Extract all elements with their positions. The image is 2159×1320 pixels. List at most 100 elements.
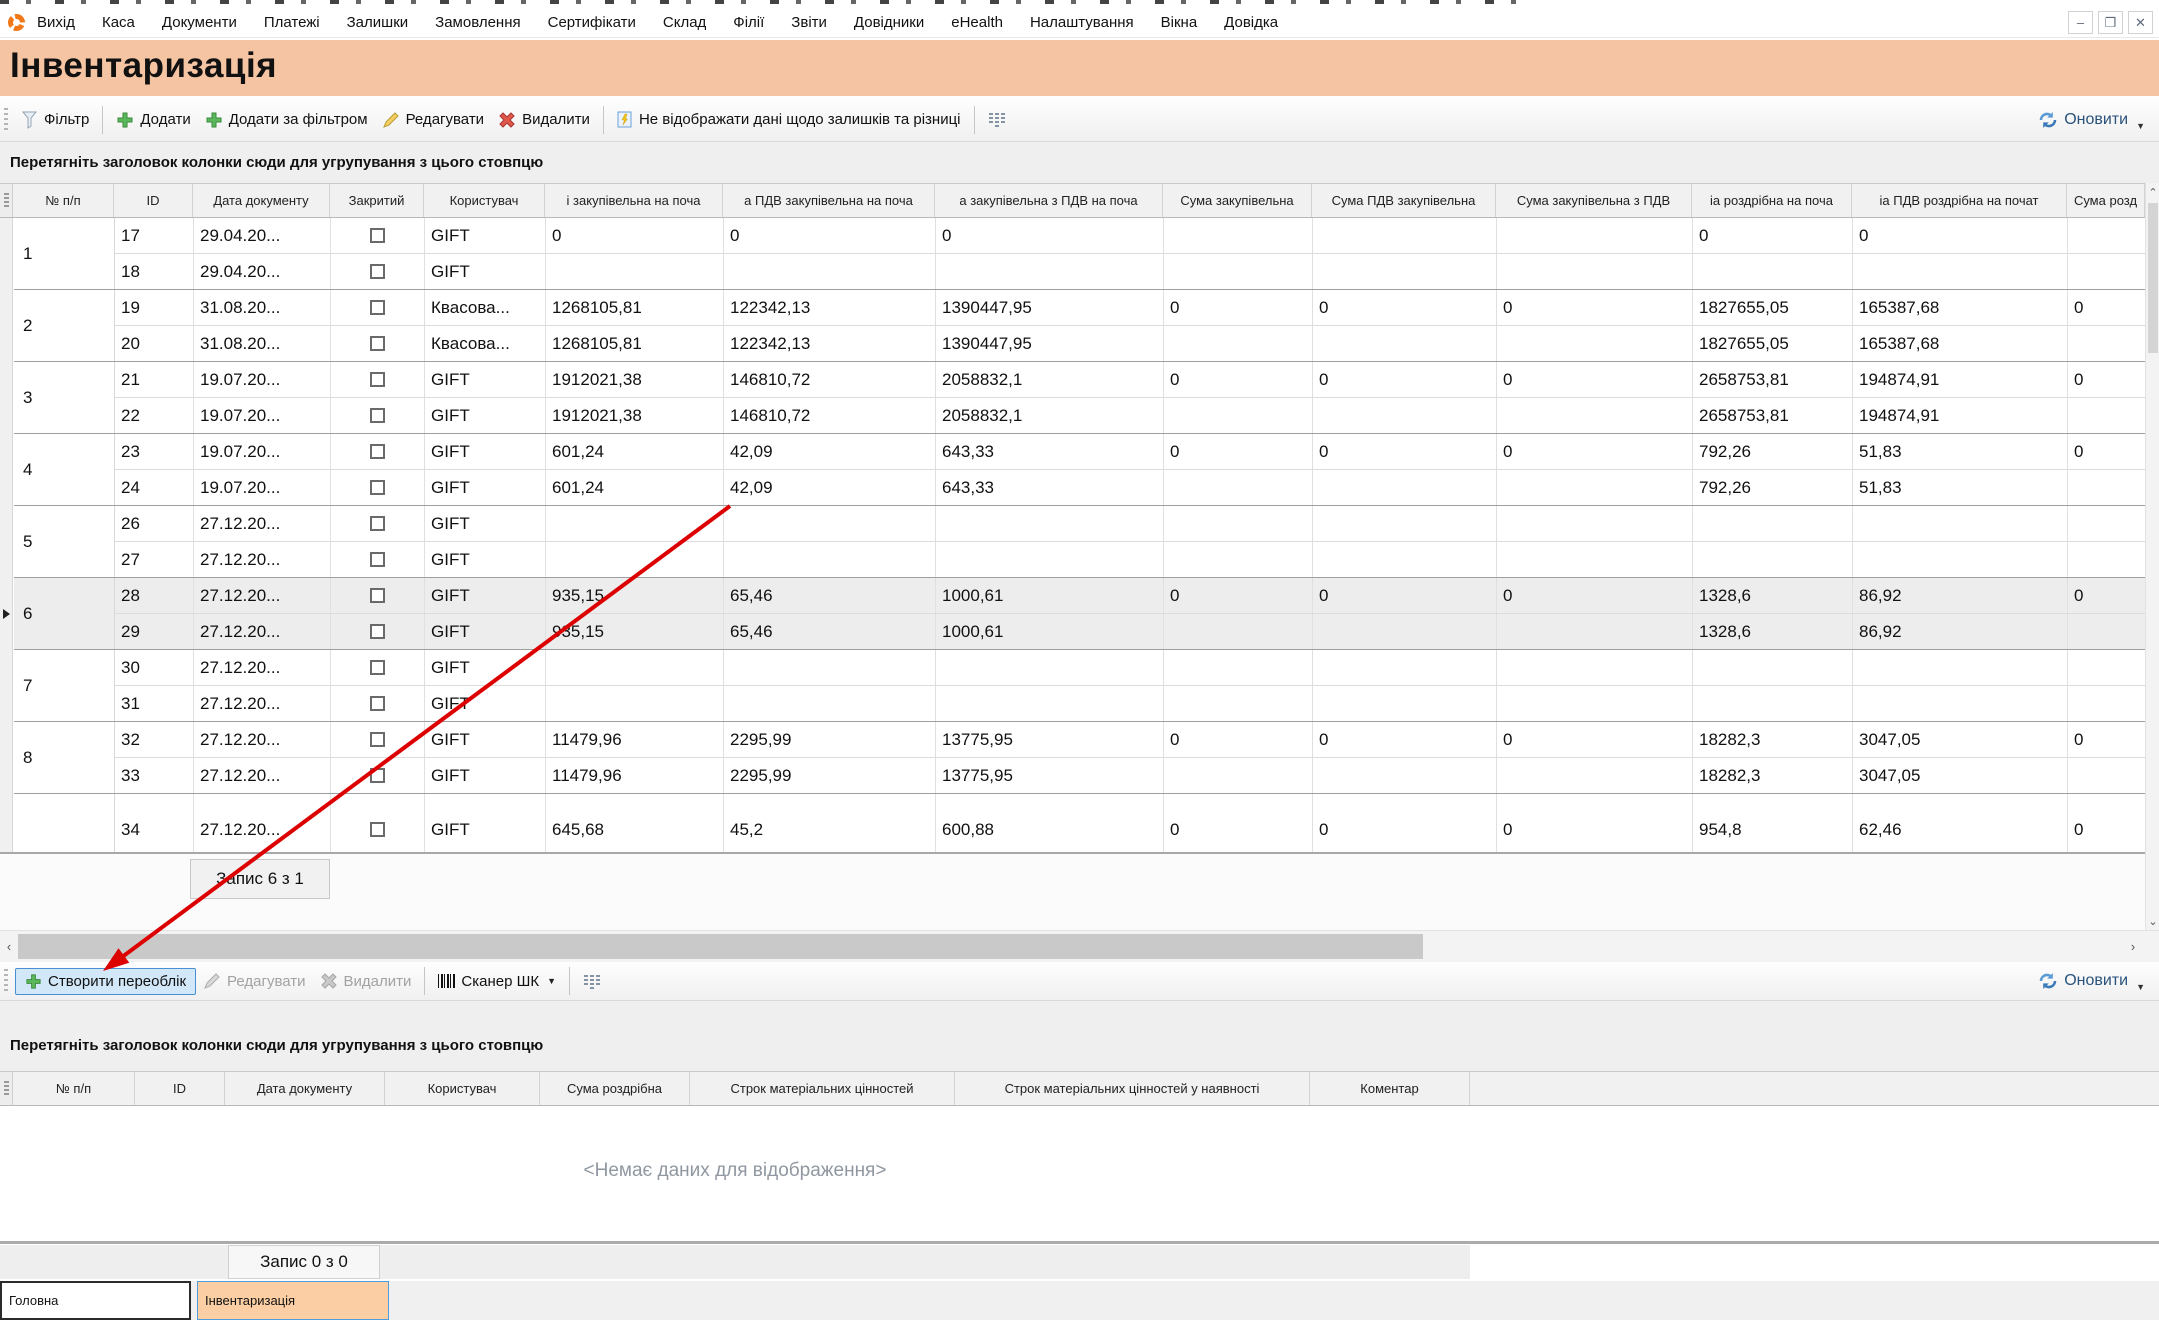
column-header[interactable]: і закупівельна на поча <box>545 184 723 217</box>
column-header[interactable]: № п/п <box>13 184 114 217</box>
closed-checkbox[interactable] <box>370 732 385 747</box>
group-by-panel[interactable]: Перетягніть заголовок колонки сюди для у… <box>0 142 2159 183</box>
closed-checkbox[interactable] <box>370 588 385 603</box>
table-row[interactable]: 2627.12.20...GIFT <box>115 506 2159 542</box>
closed-checkbox[interactable] <box>370 696 385 711</box>
column-header[interactable]: Строк матеріальних цінностей у наявності <box>955 1072 1310 1105</box>
column-header[interactable]: Користувач <box>385 1072 540 1105</box>
table-row[interactable]: 2319.07.20...GIFT601,2442,09643,33000792… <box>115 434 2159 470</box>
scroll-down-icon[interactable]: ⌄ <box>2146 912 2159 930</box>
column-header[interactable]: Сума закупівельна з ПДВ <box>1496 184 1692 217</box>
closed-checkbox[interactable] <box>370 552 385 567</box>
column-header[interactable]: а закупівельна з ПДВ на поча <box>935 184 1163 217</box>
column-header[interactable]: ID <box>135 1072 225 1105</box>
vertical-scrollbar[interactable]: ⌃ ⌄ <box>2145 183 2159 930</box>
close-button[interactable]: ✕ <box>2128 11 2153 34</box>
filter-button[interactable]: Фільтр <box>15 108 96 132</box>
tab-holovna[interactable]: Головна <box>0 1281 191 1320</box>
closed-checkbox[interactable] <box>370 264 385 279</box>
menu-item[interactable]: Платежі <box>264 14 320 31</box>
menu-item[interactable]: Філії <box>733 14 764 31</box>
table-row[interactable]: 1829.04.20...GIFT <box>115 254 2159 289</box>
closed-checkbox[interactable] <box>370 768 385 783</box>
closed-checkbox[interactable] <box>370 624 385 639</box>
table-row[interactable]: 2219.07.20...GIFT1912021,38146810,722058… <box>115 398 2159 433</box>
closed-checkbox[interactable] <box>370 480 385 495</box>
restore-button[interactable]: ❐ <box>2098 11 2123 34</box>
column-header[interactable]: Закритий <box>330 184 424 217</box>
group-by-panel[interactable]: Перетягніть заголовок колонки сюди для у… <box>0 1001 2159 1071</box>
closed-checkbox[interactable] <box>370 300 385 315</box>
menu-item[interactable]: Документи <box>162 14 237 31</box>
column-header[interactable]: а ПДВ закупівельна на поча <box>723 184 935 217</box>
toggle-remainders-button[interactable]: Не відображати дані щодо залишків та різ… <box>610 108 968 132</box>
column-header[interactable]: іа ПДВ роздрібна на почат <box>1852 184 2067 217</box>
closed-checkbox[interactable] <box>370 444 385 459</box>
closed-checkbox[interactable] <box>370 336 385 351</box>
menu-item[interactable]: eHealth <box>951 14 1003 31</box>
tab-inventaryzatsiia[interactable]: Інвентаризація <box>197 1281 389 1320</box>
menu-item[interactable]: Вихід <box>37 14 75 31</box>
closed-checkbox[interactable] <box>370 228 385 243</box>
column-header[interactable]: Сума розд <box>2067 184 2145 217</box>
column-header[interactable]: № п/п <box>13 1072 135 1105</box>
create-recount-button[interactable]: Створити переоблік <box>15 968 196 995</box>
column-chooser-button[interactable] <box>981 109 1013 130</box>
table-row[interactable]: 3427.12.20...GIFT645,6845,2600,88000954,… <box>115 794 2159 852</box>
column-header[interactable]: Користувач <box>424 184 545 217</box>
table-row[interactable]: 2031.08.20...Квасова...1268105,81122342,… <box>115 326 2159 361</box>
delete-button[interactable]: Видалити <box>491 108 597 132</box>
add-button[interactable]: Додати <box>109 108 197 132</box>
column-header[interactable]: Сума закупівельна <box>1163 184 1312 217</box>
horizontal-scroll-thumb[interactable] <box>18 934 1423 959</box>
menu-item[interactable]: Звіти <box>791 14 827 31</box>
menu-item[interactable]: Склад <box>663 14 706 31</box>
table-row[interactable]: 2419.07.20...GIFT601,2442,09643,33792,26… <box>115 470 2159 505</box>
scroll-right-icon[interactable]: › <box>2124 931 2142 962</box>
menu-item[interactable]: Довідники <box>854 14 924 31</box>
closed-checkbox[interactable] <box>370 660 385 675</box>
refresh-button[interactable]: Оновити ▼ <box>2038 972 2145 990</box>
edit-recount-button[interactable]: Редагувати <box>196 969 313 993</box>
column-header[interactable]: Коментар <box>1310 1072 1470 1105</box>
table-row[interactable]: 2727.12.20...GIFT <box>115 542 2159 577</box>
add-by-filter-button[interactable]: Додати за фільтром <box>198 108 375 132</box>
closed-checkbox[interactable] <box>370 822 385 837</box>
menu-item[interactable]: Сертифікати <box>548 14 636 31</box>
table-row[interactable]: 2827.12.20...GIFT935,1565,461000,6100013… <box>115 578 2159 614</box>
refresh-button[interactable]: Оновити ▼ <box>2038 111 2145 129</box>
menu-item[interactable]: Довідка <box>1224 14 1278 31</box>
column-header[interactable]: Строк матеріальних цінностей <box>690 1072 955 1105</box>
column-header[interactable]: Сума ПДВ закупівельна <box>1312 184 1496 217</box>
horizontal-scrollbar[interactable]: ‹ › <box>0 930 2159 962</box>
barcode-scanner-button[interactable]: Сканер ШК ▼ <box>431 970 563 993</box>
menu-item[interactable]: Налаштування <box>1030 14 1134 31</box>
column-header[interactable]: іа роздрібна на поча <box>1692 184 1852 217</box>
table-row[interactable]: 3227.12.20...GIFT11479,962295,9913775,95… <box>115 722 2159 758</box>
toolbar-grip[interactable] <box>4 108 8 132</box>
table-row[interactable]: 3327.12.20...GIFT11479,962295,9913775,95… <box>115 758 2159 793</box>
closed-checkbox[interactable] <box>370 372 385 387</box>
closed-checkbox[interactable] <box>370 516 385 531</box>
column-header[interactable]: ID <box>114 184 193 217</box>
table-row[interactable]: 3127.12.20...GIFT <box>115 686 2159 721</box>
table-row[interactable]: 1931.08.20...Квасова...1268105,81122342,… <box>115 290 2159 326</box>
table-row[interactable]: 2927.12.20...GIFT935,1565,461000,611328,… <box>115 614 2159 649</box>
column-header[interactable]: Сума роздрібна <box>540 1072 690 1105</box>
menu-item[interactable]: Замовлення <box>435 14 520 31</box>
delete-recount-button[interactable]: Видалити <box>313 969 419 993</box>
column-header[interactable]: Дата документу <box>193 184 330 217</box>
minimize-button[interactable]: – <box>2068 11 2093 34</box>
scroll-up-icon[interactable]: ⌃ <box>2146 183 2159 201</box>
toolbar-grip[interactable] <box>4 969 8 993</box>
scroll-left-icon[interactable]: ‹ <box>0 931 18 962</box>
edit-button[interactable]: Редагувати <box>375 108 492 132</box>
column-header[interactable]: Дата документу <box>225 1072 385 1105</box>
closed-checkbox[interactable] <box>370 408 385 423</box>
table-row[interactable]: 2119.07.20...GIFT1912021,38146810,722058… <box>115 362 2159 398</box>
column-chooser-button[interactable] <box>576 971 608 992</box>
vertical-scroll-thumb[interactable] <box>2148 203 2158 353</box>
menu-item[interactable]: Залишки <box>347 14 409 31</box>
menu-item[interactable]: Каса <box>102 14 135 31</box>
menu-item[interactable]: Вікна <box>1161 14 1198 31</box>
